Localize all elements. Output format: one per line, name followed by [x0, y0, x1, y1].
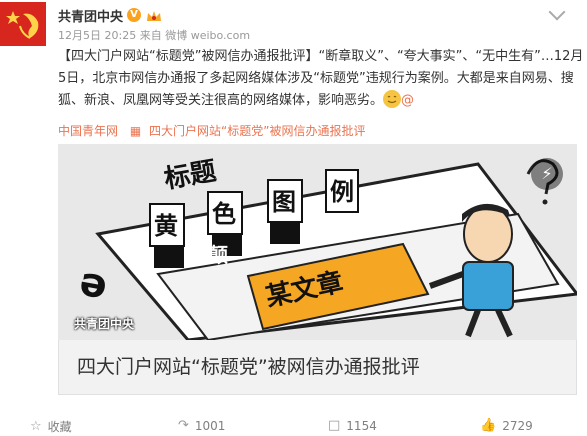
favorite-label: 收藏 — [47, 420, 72, 434]
comment-count: 1154 — [346, 418, 377, 433]
cartoon-char-1: 黄 — [154, 212, 178, 240]
cartoon-char-4: 例 — [330, 178, 354, 206]
repost-button[interactable]: ↷ 1001 — [178, 418, 225, 433]
post-meta: 12月5日 20:25 来自 微博 weibo.com — [58, 27, 250, 43]
verified-badge-icon[interactable]: V — [127, 8, 142, 22]
post-time[interactable]: 12月5日 20:25 — [58, 29, 136, 42]
repost-count: 1001 — [194, 418, 226, 433]
via-prefix: 来自 — [139, 29, 162, 42]
post-image[interactable]: 标题 黄 色 图 例 某文章 ə 颠 共青团中央 ⚡ — [58, 144, 577, 340]
comment-icon: □ — [328, 418, 341, 433]
author-row: 共青团中央 V — [58, 6, 163, 25]
cartoon-char-3: 图 — [272, 188, 296, 216]
cartoon-char-6: 颠 — [208, 243, 228, 267]
post-text: 【四大门户网站“标题党”被网信办通报批评】“断章取义”、“夸大事实”、“无中生有… — [58, 46, 585, 112]
favorite-button[interactable]: ☆ 收藏 — [30, 418, 72, 435]
more-options-chevron-icon[interactable] — [548, 3, 566, 21]
cartoon-char-2: 色 — [212, 200, 236, 228]
source-row: 中国青年网 ▦ 四大门户网站“标题党”被网信办通报批评 — [58, 122, 365, 139]
vip-crown-icon[interactable] — [145, 8, 163, 22]
smile-emoji-icon — [383, 90, 402, 108]
mention-link[interactable]: @ — [401, 93, 414, 108]
star-icon: ☆ — [30, 419, 42, 434]
like-button[interactable]: 👍 2729 — [480, 418, 533, 433]
like-count: 2729 — [502, 418, 533, 433]
image-watermark: 共青团中央 — [74, 317, 135, 331]
source-name-link[interactable]: 中国青年网 — [58, 124, 118, 138]
article-link-icon: ▦ — [129, 124, 142, 138]
action-bar: ☆ 收藏 ↷ 1001 □ 1154 👍 2729 — [0, 418, 587, 436]
via-source[interactable]: 微博 weibo.com — [165, 29, 250, 42]
repost-icon: ↷ — [178, 418, 189, 433]
flash-icon[interactable]: ⚡ — [531, 158, 563, 190]
weibo-post: 共青团中央 V 12月5日 20:25 来自 微博 weibo.com 【四大门… — [0, 0, 587, 436]
comment-button[interactable]: □ 1154 — [328, 418, 377, 433]
source-article-link[interactable]: 四大门户网站“标题党”被网信办通报批评 — [149, 124, 365, 138]
avatar[interactable] — [0, 2, 46, 46]
thumbs-up-icon: 👍 — [480, 418, 497, 433]
party-emblem-icon — [0, 2, 46, 46]
author-name[interactable]: 共青团中央 — [58, 6, 123, 25]
article-card-title[interactable]: 四大门户网站“标题党”被网信办通报批评 — [58, 340, 577, 395]
cartoon-illustration: 标题 黄 色 图 例 某文章 ə 颠 — [58, 144, 577, 340]
post-body: 【四大门户网站“标题党”被网信办通报批评】“断章取义”、“夸大事实”、“无中生有… — [58, 49, 584, 108]
